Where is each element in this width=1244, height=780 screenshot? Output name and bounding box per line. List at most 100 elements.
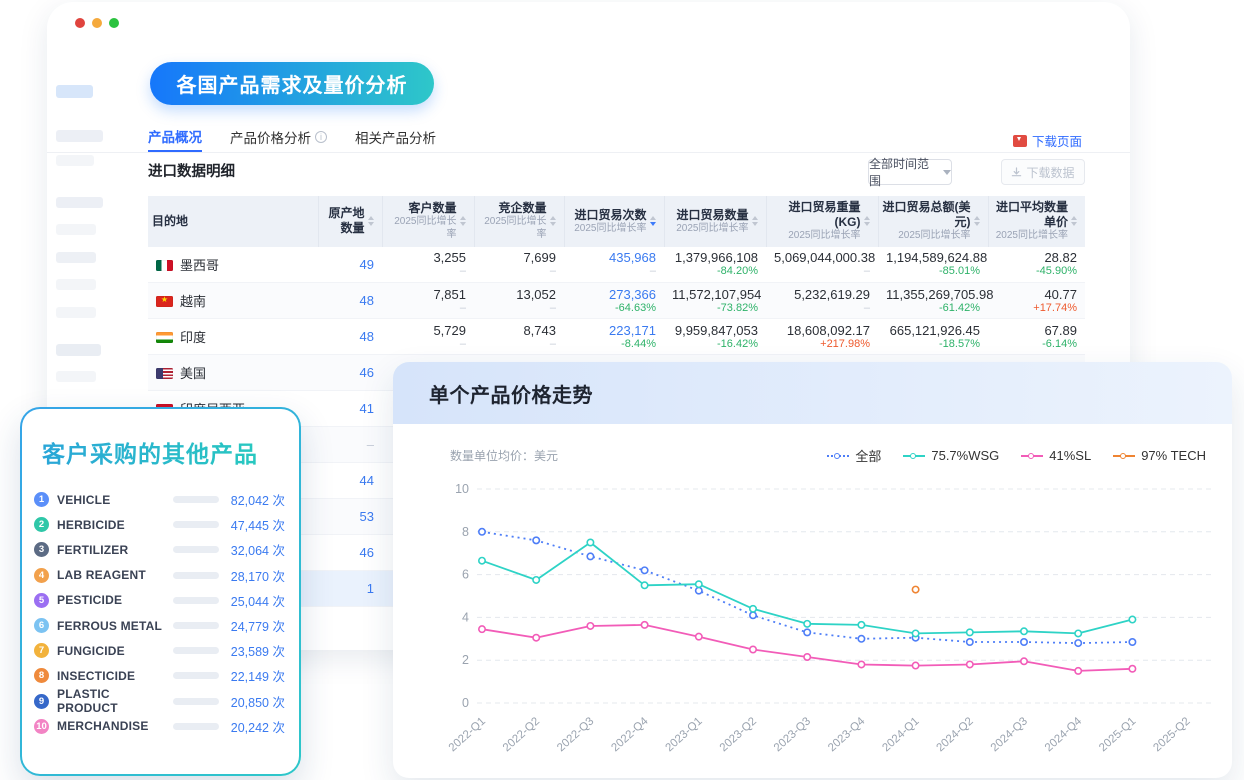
rank-product-name: FERTILIZER xyxy=(57,543,173,557)
other-products-card: 客户采购的其他产品 1VEHICLE82,042 次2HERBICIDE47,4… xyxy=(20,407,301,776)
value-cell: 5,069,044,000.38– xyxy=(766,247,878,283)
origin-count-cell[interactable]: 44 xyxy=(318,463,382,499)
legend-marker-icon xyxy=(1113,455,1135,457)
time-range-select[interactable]: 全部时间范围 xyxy=(868,159,952,185)
sort-icon[interactable] xyxy=(974,213,980,229)
sort-icon[interactable] xyxy=(550,213,556,229)
value-cell[interactable]: 223,171-8.44% xyxy=(564,319,664,355)
rank-item-herbicide: 2HERBICIDE47,445 次 xyxy=(34,512,285,537)
tab-label: 产品价格分析 xyxy=(230,127,311,147)
origin-count-cell: – xyxy=(318,427,382,463)
sort-icon[interactable] xyxy=(460,213,466,229)
rank-count: 23,589 次 xyxy=(219,641,285,660)
rank-product-name: MERCHANDISE xyxy=(57,719,173,733)
origin-count-cell[interactable]: 46 xyxy=(318,355,382,391)
svg-text:2: 2 xyxy=(462,653,469,667)
legend-label: 41%SL xyxy=(1049,448,1091,463)
rank-product-name: VEHICLE xyxy=(57,493,173,507)
rank-count: 24,779 次 xyxy=(219,616,285,635)
legend-label: 75.7%WSG xyxy=(931,448,999,463)
rank-count: 20,242 次 xyxy=(219,717,285,736)
origin-count-cell[interactable]: 46 xyxy=(318,535,382,571)
download-page-button[interactable]: 下载页面 xyxy=(1013,131,1082,150)
sort-icon[interactable] xyxy=(368,213,374,229)
rank-item-vehicle: 1VEHICLE82,042 次 xyxy=(34,487,285,512)
tab-2[interactable]: 相关产品分析 xyxy=(355,128,436,152)
minimize-window-icon[interactable] xyxy=(92,18,102,28)
column-header-label: 目的地 xyxy=(152,214,188,229)
destination-cell: ★越南 xyxy=(148,283,318,319)
rank-bar xyxy=(173,496,219,503)
value-cell: 9,959,847,053-16.42% xyxy=(664,319,766,355)
svg-text:4: 4 xyxy=(462,610,469,624)
svg-text:0: 0 xyxy=(462,696,469,710)
download-page-label: 下载页面 xyxy=(1032,131,1082,150)
origin-count-cell[interactable]: 41 xyxy=(318,391,382,427)
rank-badge: 8 xyxy=(34,668,49,683)
origin-count-cell[interactable]: 53 xyxy=(318,499,382,535)
rank-badge: 3 xyxy=(34,542,49,557)
svg-text:2023-Q3: 2023-Q3 xyxy=(772,715,813,754)
value-cell: 665,121,926.45-18.57% xyxy=(878,319,988,355)
rank-item-ferrous-metal: 6FERROUS METAL24,779 次 xyxy=(34,613,285,638)
origin-count-cell[interactable]: 48 xyxy=(318,319,382,355)
svg-text:2024-Q4: 2024-Q4 xyxy=(1043,715,1085,754)
rank-badge: 2 xyxy=(34,517,49,532)
chart-legend: 全部 75.7%WSG 41%SL 97% TECH xyxy=(827,446,1206,465)
legend-marker-icon xyxy=(903,455,925,457)
download-page-icon xyxy=(1013,135,1027,147)
svg-text:2022-Q4: 2022-Q4 xyxy=(609,715,651,754)
rank-bar xyxy=(173,572,219,579)
window-controls xyxy=(75,18,119,28)
rank-product-name: PESTICIDE xyxy=(57,593,173,607)
tab-1[interactable]: 产品价格分析i xyxy=(230,128,327,152)
tab-0[interactable]: 产品概况 xyxy=(148,128,202,152)
tab-bar: 产品概况 产品价格分析i 相关产品分析 xyxy=(148,128,1085,152)
sort-icon[interactable] xyxy=(650,213,656,229)
rank-badge: 4 xyxy=(34,568,49,583)
origin-count-cell[interactable]: 49 xyxy=(318,247,382,283)
value-cell: 1,194,589,624.88-85.01% xyxy=(878,247,988,283)
rank-badge: 9 xyxy=(34,694,49,709)
rank-product-name: FUNGICIDE xyxy=(57,644,173,658)
legend-item-97% TECH[interactable]: 97% TECH xyxy=(1113,448,1206,463)
value-cell: 1,379,966,108-84.20% xyxy=(664,247,766,283)
close-window-icon[interactable] xyxy=(75,18,85,28)
tab-label: 相关产品分析 xyxy=(355,127,436,147)
country-flag-icon xyxy=(156,368,173,379)
column-header-label: 进口贸易重量(KG)2025同比增长率 xyxy=(771,200,861,243)
rank-item-plastic-product: 9PLASTIC PRODUCT20,850 次 xyxy=(34,689,285,714)
sort-icon[interactable] xyxy=(752,213,758,229)
chart-title: 单个产品价格走势 xyxy=(429,379,593,408)
divider xyxy=(47,152,1130,153)
value-cell: 11,572,107,954-73.82% xyxy=(664,283,766,319)
svg-text:2023-Q4: 2023-Q4 xyxy=(826,715,868,754)
sort-icon[interactable] xyxy=(1071,213,1077,229)
chart-card-header: 单个产品价格走势 xyxy=(393,362,1232,424)
sort-icon[interactable] xyxy=(864,213,870,229)
rank-item-merchandise: 10MERCHANDISE20,242 次 xyxy=(34,714,285,739)
maximize-window-icon[interactable] xyxy=(109,18,119,28)
price-trend-card: 单个产品价格走势 数量单位均价：美元 全部75.7%WSG41%SL97% TE… xyxy=(393,362,1232,778)
value-cell[interactable]: 273,366-64.63% xyxy=(564,283,664,319)
legend-item-75.7%WSG[interactable]: 75.7%WSG xyxy=(903,448,999,463)
value-cell: 28.82-45.90% xyxy=(988,247,1085,283)
value-cell: 3,255– xyxy=(382,247,474,283)
destination-cell: 美国 xyxy=(148,355,318,391)
origin-count-cell[interactable]: 1 xyxy=(318,571,382,607)
rank-card-title: 客户采购的其他产品 xyxy=(42,435,258,469)
rank-count: 82,042 次 xyxy=(219,490,285,509)
legend-label: 97% TECH xyxy=(1141,448,1206,463)
value-cell[interactable]: 435,968– xyxy=(564,247,664,283)
rank-bar xyxy=(173,521,219,528)
svg-text:2023-Q2: 2023-Q2 xyxy=(718,715,759,754)
origin-count-cell[interactable]: 48 xyxy=(318,283,382,319)
legend-item-41%SL[interactable]: 41%SL xyxy=(1021,448,1091,463)
rank-item-insecticide: 8INSECTICIDE22,149 次 xyxy=(34,663,285,688)
legend-marker-icon xyxy=(827,455,849,457)
svg-text:2024-Q1: 2024-Q1 xyxy=(880,715,921,754)
table-row: 印度485,729–8,743–223,171-8.44%9,959,847,0… xyxy=(148,319,1085,355)
download-data-label: 下载数据 xyxy=(1026,164,1074,181)
download-data-button[interactable]: 下载数据 xyxy=(1001,159,1085,185)
legend-item-全部[interactable]: 全部 xyxy=(827,446,881,465)
